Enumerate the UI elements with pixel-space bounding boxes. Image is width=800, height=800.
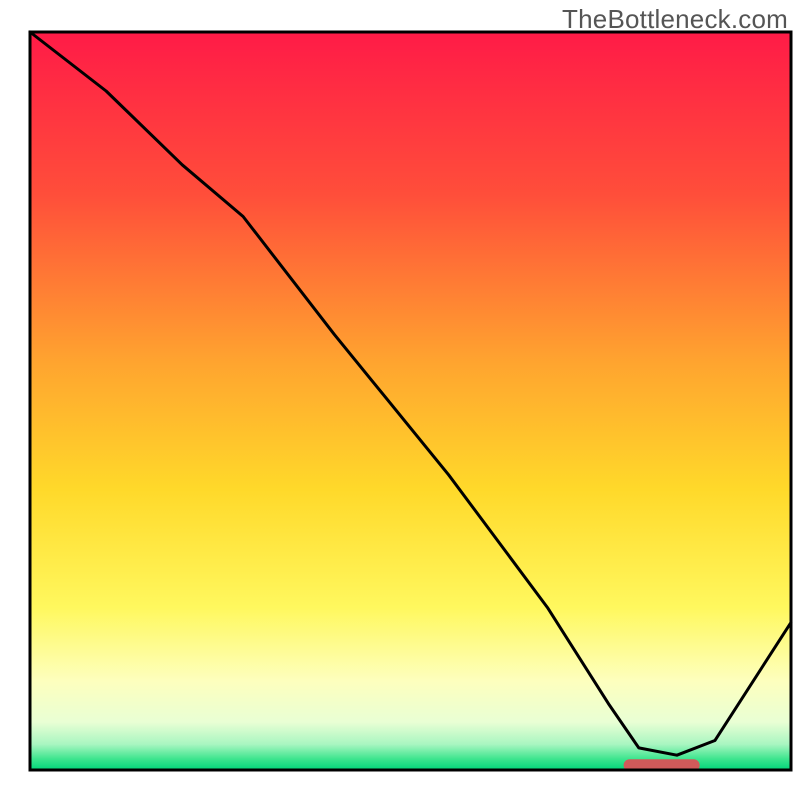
chart-background [30, 32, 791, 770]
watermark-text: TheBottleneck.com [562, 4, 788, 35]
chart-container: TheBottleneck.com [0, 0, 800, 800]
bottleneck-chart [0, 0, 800, 800]
